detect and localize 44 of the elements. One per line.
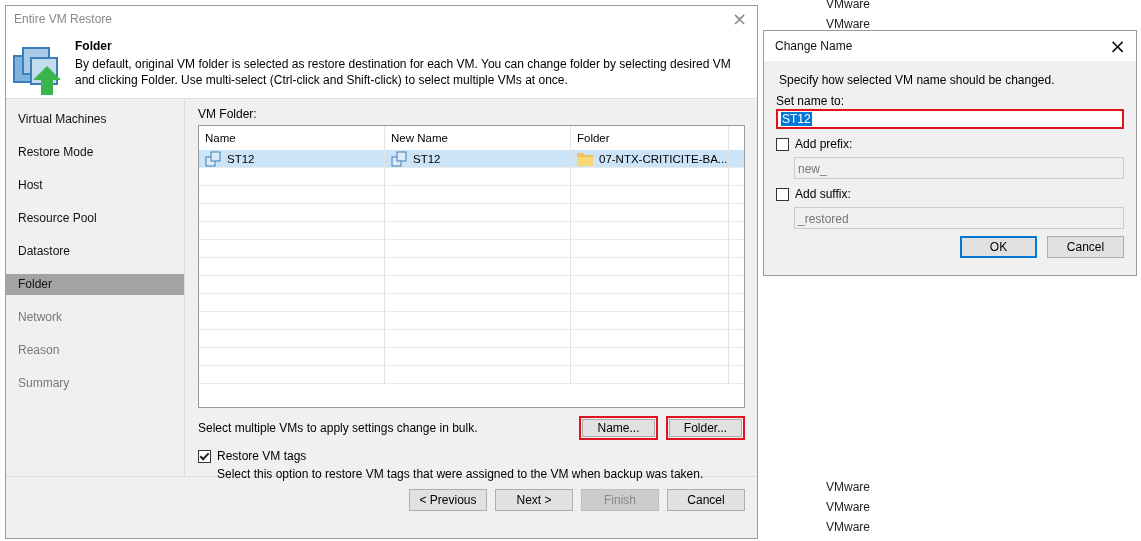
table-row[interactable]: ST12 ST12 07-NTX-CRITICITE-BA... bbox=[199, 150, 744, 168]
checkbox[interactable] bbox=[776, 187, 789, 201]
table-cell: VMware bbox=[826, 17, 870, 31]
checkbox[interactable] bbox=[776, 137, 789, 151]
button[interactable]: Next > bbox=[495, 489, 573, 511]
button[interactable]: Name... bbox=[579, 416, 658, 440]
option-description: Select this option to restore VM tags that were assigned to the VM when backup was taken. bbox=[217, 467, 705, 481]
checkbox-label[interactable]: Add suffix: bbox=[795, 187, 851, 201]
table-cell: VMware bbox=[826, 0, 870, 11]
wizard-step[interactable]: Restore Mode bbox=[6, 142, 184, 163]
checkbox[interactable] bbox=[198, 449, 211, 463]
button[interactable]: Cancel bbox=[1047, 236, 1124, 258]
page-title: Folder bbox=[75, 39, 113, 53]
button[interactable]: Cancel bbox=[667, 489, 745, 511]
name-input-field[interactable]: ST12 bbox=[776, 109, 1124, 129]
dialog-title: Change Name bbox=[775, 39, 853, 53]
close-button[interactable]: × bbox=[1099, 34, 1136, 58]
wizard-step[interactable]: Resource Pool bbox=[6, 208, 184, 229]
wizard-step[interactable]: Virtual Machines bbox=[6, 109, 184, 130]
button[interactable]: OK bbox=[960, 236, 1037, 258]
vm-icon bbox=[205, 150, 221, 167]
table-cell-text: VMware bbox=[826, 499, 870, 516]
table-cell-text: VMware bbox=[826, 519, 870, 536]
checkbox-label[interactable]: Add prefix: bbox=[795, 137, 853, 151]
page-description: By default, original VM folder is selected as restore destination for each VM. You can change folder by selecting desired VM and clicking Folder. Use multi-select (Ctrl-click and Shift-click) to select multiple VMs at once. bbox=[75, 56, 732, 88]
instruction-text: Specify how selected VM name should be changed. bbox=[778, 73, 1056, 87]
button[interactable]: < Previous bbox=[409, 489, 487, 511]
table-cell-text: VMware bbox=[826, 479, 870, 496]
bulk-hint: Select multiple VMs to apply settings change in bulk. bbox=[198, 421, 478, 435]
wizard-step[interactable]: Host bbox=[6, 175, 184, 196]
table-label: VM Folder: bbox=[198, 107, 258, 121]
wizard-step[interactable]: Folder bbox=[6, 274, 184, 295]
close-button[interactable]: × bbox=[721, 7, 757, 31]
vm-restore-icon bbox=[13, 44, 63, 96]
table-cell: ST12 bbox=[227, 152, 255, 165]
vm-icon bbox=[391, 150, 407, 167]
window-title: Entire VM Restore bbox=[14, 12, 113, 26]
button[interactable]: Folder... bbox=[666, 416, 745, 440]
field-label: Set name to: bbox=[776, 94, 846, 108]
table-cell: ST12 bbox=[413, 152, 441, 165]
table-cell: 07-NTX-CRITICITE-BA... bbox=[599, 152, 728, 165]
wizard-step[interactable]: Datastore bbox=[6, 241, 184, 262]
folder-icon bbox=[577, 151, 593, 166]
checkbox-label[interactable]: Restore VM tags bbox=[217, 449, 307, 463]
